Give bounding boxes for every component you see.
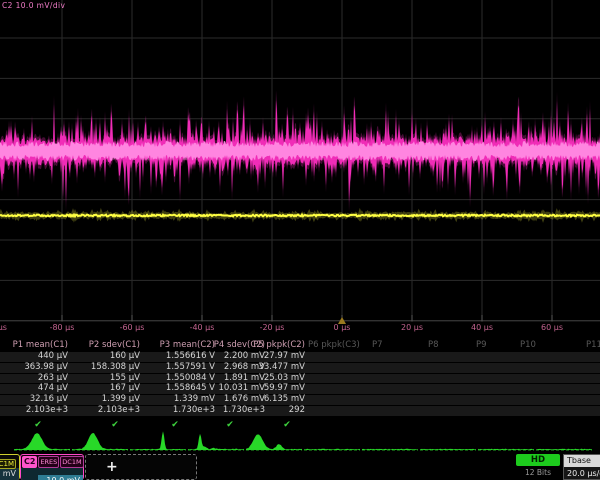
hd-mode-indicator[interactable]: HD 12 Bits: [516, 454, 560, 480]
measurement-value: 1.676 mV: [224, 395, 265, 405]
time-axis-label: -60 µs: [120, 323, 145, 332]
histicon[interactable]: [130, 429, 186, 453]
table-row: 363.98 µV158.308 µV1.557591 V2.968 mV33.…: [0, 363, 600, 373]
channel-c1-descriptor[interactable]: DC1M 0.0 mV: [0, 454, 20, 480]
c2-scale-value: 10.0 mV: [38, 475, 83, 480]
table-row: 474 µV 167 µV 1.558645 V10.031 mV59.97 mV: [0, 384, 600, 394]
measurement-value: 2.103e+3: [26, 406, 68, 416]
histicon-empty: [304, 429, 360, 453]
measurement-value: 1.557591 V: [166, 363, 215, 373]
time-axis-label: -20 µs: [260, 323, 285, 332]
measurement-value: 27.97 mV: [264, 352, 305, 362]
c2-label: C2: [22, 456, 37, 468]
measurement-column-header[interactable]: P2 sdev(C1): [89, 340, 140, 351]
measurement-value: 10.031 mV: [218, 384, 265, 394]
table-row: 263 µV 155 µV 1.550084 V 1.891 mV25.03 mV: [0, 374, 600, 384]
measurement-value: 292: [289, 406, 305, 416]
waveform-display[interactable]: [0, 0, 600, 322]
measurement-value: 440 µV: [38, 352, 68, 362]
measurement-column-header-inactive[interactable]: P10: [520, 340, 536, 351]
measurement-value: 167 µV: [110, 384, 140, 394]
histicon[interactable]: [246, 429, 302, 453]
measurement-column-header-inactive[interactable]: P9: [476, 340, 487, 351]
measurement-column-header-inactive[interactable]: P7: [372, 340, 383, 351]
time-axis-label: 60 µs: [541, 323, 563, 332]
histicon[interactable]: [188, 429, 244, 453]
histicon-empty: [362, 429, 418, 453]
hd-badge: HD: [516, 454, 560, 466]
histicon[interactable]: [14, 429, 70, 453]
measurement-value: 33.477 mV: [258, 363, 305, 373]
histicon-empty: [478, 429, 534, 453]
oscilloscope-screen: C2 10.0 mV/div -100 µs -80 µs -60 µs -40 µs…: [0, 0, 600, 480]
time-axis-label: 40 µs: [471, 323, 493, 332]
measurement-column-header-inactive[interactable]: P11: [586, 340, 600, 351]
c2-eres-badge: ERES: [38, 456, 59, 468]
measurement-value: 155 µV: [110, 374, 140, 384]
time-axis-label: -100 µs: [0, 323, 7, 332]
measurement-value: 1.730e+3: [173, 406, 215, 416]
measurement-value: 1.550084 V: [166, 374, 215, 384]
c2-coupling-badge: DC1M: [60, 456, 83, 468]
hd-bits-label: 12 Bits: [516, 466, 560, 479]
measurement-value: 1.556616 V: [166, 352, 215, 362]
measurement-column-header-inactive[interactable]: P6 pkpk(C3): [308, 340, 360, 351]
time-axis-label: -40 µs: [190, 323, 215, 332]
table-row: 2.103e+3 2.103e+3 1.730e+3 1.730e+3 292: [0, 406, 600, 416]
histicon-empty: [536, 429, 592, 453]
trace-annotation: C2 10.0 mV/div: [2, 1, 65, 10]
time-axis-label: -80 µs: [50, 323, 75, 332]
add-trace-box[interactable]: +: [85, 454, 197, 480]
timebase-value: 20.0 µs/div: [564, 467, 600, 480]
measurement-value: 1.558645 V: [166, 384, 215, 394]
measurement-value: 59.97 mV: [264, 384, 305, 394]
histicon[interactable]: [72, 429, 128, 453]
measurement-value: 263 µV: [38, 374, 68, 384]
measurement-value: 2.103e+3: [98, 406, 140, 416]
timebase-descriptor[interactable]: Tbase 20.0 µs/div: [563, 454, 600, 480]
measurement-value: 25.03 mV: [264, 374, 305, 384]
time-axis-label: 0 µs: [334, 323, 351, 332]
measurement-value: 6.135 mV: [264, 395, 305, 405]
measurement-value: 474 µV: [38, 384, 68, 394]
measurement-value: 158.308 µV: [91, 363, 140, 373]
channel-c2-descriptor[interactable]: C2 ERES DC1M 10.0 mV: [20, 454, 84, 480]
measurement-value: 1.891 mV: [224, 374, 265, 384]
measurement-value: 363.98 µV: [24, 363, 68, 373]
plus-icon: +: [106, 459, 118, 475]
measurement-value: 1.730e+3: [223, 406, 265, 416]
table-row: 440 µV 160 µV 1.556616 V 2.200 mV27.97 mV: [0, 352, 600, 362]
measurement-column-header[interactable]: P5 pkpk(C2): [253, 340, 305, 351]
measurement-table: P1 mean(C1)P2 sdev(C1)P3 mean(C2)P4 sdev…: [0, 340, 600, 436]
measurement-value: 160 µV: [110, 352, 140, 362]
histicon-empty: [420, 429, 476, 453]
timebase-title: Tbase: [564, 455, 600, 467]
measurement-value: 1.399 µV: [102, 395, 140, 405]
c1-scale-value: 0.0 mV: [0, 468, 19, 480]
measurement-column-header[interactable]: P3 mean(C2): [160, 340, 215, 351]
measurement-value: 1.339 mV: [174, 395, 215, 405]
measurement-column-header-inactive[interactable]: P8: [428, 340, 439, 351]
measurement-value: 32.16 µV: [30, 395, 68, 405]
table-row: 32.16 µV 1.399 µV 1.339 mV 1.676 mV6.135 mV: [0, 395, 600, 405]
time-axis-label: 20 µs: [401, 323, 423, 332]
measurement-value: 2.200 mV: [224, 352, 265, 362]
measurement-column-header[interactable]: P1 mean(C1): [13, 340, 68, 351]
trigger-time-marker[interactable]: [338, 317, 346, 324]
